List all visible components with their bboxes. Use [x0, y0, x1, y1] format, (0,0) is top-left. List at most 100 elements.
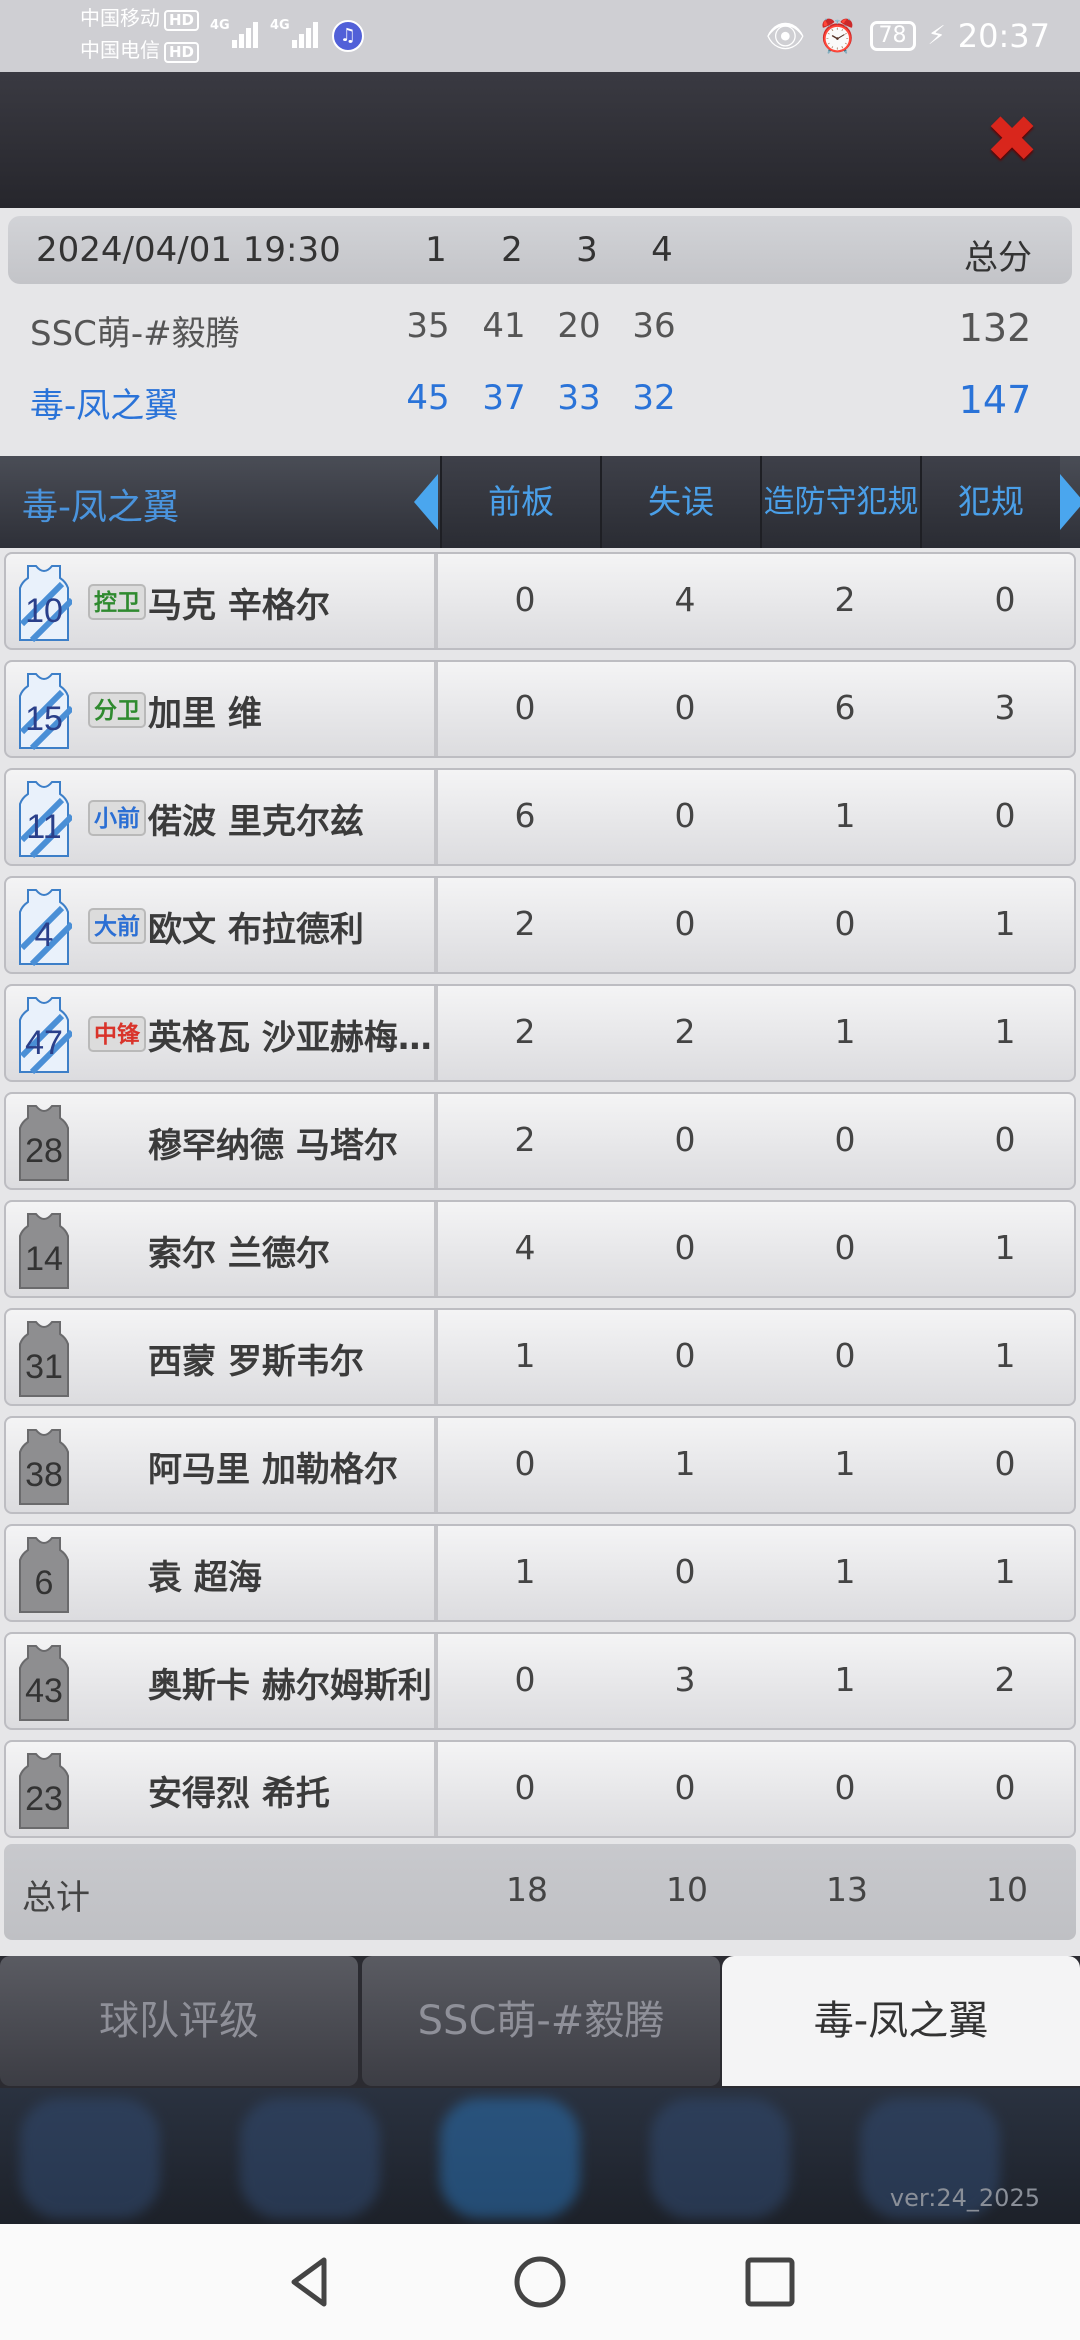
stat-value: 2 — [674, 1012, 696, 1051]
team-name: SSC萌-#毅腾 — [30, 314, 240, 354]
player-name: 西蒙 罗斯韦尔 — [148, 1342, 364, 1382]
total-value: 13 — [826, 1870, 868, 1909]
player-row[interactable]: 31 西蒙 罗斯韦尔 1 0 0 1 — [4, 1308, 1076, 1406]
stat-value: 2 — [514, 904, 536, 943]
player-name: 加里 维 — [148, 694, 262, 734]
stat-value: 0 — [834, 1120, 856, 1159]
stat-value: 1 — [994, 1012, 1016, 1051]
stat-value: 1 — [834, 1444, 856, 1483]
player-row[interactable]: 47 中锋 英格瓦 沙亚赫梅… 2 2 1 1 — [4, 984, 1076, 1082]
column-header: 造防守犯规 — [760, 456, 920, 548]
stat-value: 0 — [514, 1444, 536, 1483]
carrier-2: 中国电信 HD — [80, 38, 200, 63]
player-name: 阿马里 加勒格尔 — [148, 1450, 398, 1490]
music-app-icon: ♫ — [332, 20, 364, 52]
quarter-score: 37 — [482, 378, 526, 418]
quarter-score: 20 — [557, 306, 601, 346]
signal-icon — [292, 20, 322, 48]
status-bar: 中国移动 HD 中国电信 HD 4G 4G ♫ 👁 ⏰ 78 ⚡ 20:37 — [0, 0, 1080, 72]
scroll-left-arrow-icon[interactable] — [414, 474, 438, 530]
player-row[interactable]: 38 阿马里 加勒格尔 0 1 1 0 — [4, 1416, 1076, 1514]
column-divider — [434, 1742, 438, 1836]
stat-value: 1 — [994, 1228, 1016, 1267]
system-nav-bar — [0, 2224, 1080, 2340]
player-row[interactable]: 10 控卫 马克 辛格尔 0 4 2 0 — [4, 552, 1076, 650]
column-divider — [434, 1310, 438, 1404]
player-row[interactable]: 28 穆罕纳德 马塔尔 2 0 0 0 — [4, 1092, 1076, 1190]
player-row[interactable]: 23 安得烈 希托 0 0 0 0 — [4, 1740, 1076, 1838]
stat-value: 1 — [674, 1444, 696, 1483]
stat-value: 0 — [994, 1444, 1016, 1483]
column-divider — [434, 554, 438, 648]
stat-value: 1 — [834, 1012, 856, 1051]
stat-value: 4 — [514, 1228, 536, 1267]
quarter-score: 36 — [632, 306, 676, 346]
recents-icon[interactable] — [740, 2252, 800, 2312]
stat-value: 0 — [674, 904, 696, 943]
stat-value: 1 — [834, 1552, 856, 1591]
stat-value: 6 — [514, 796, 536, 835]
stat-value: 4 — [674, 580, 696, 619]
player-row[interactable]: 4 大前 欧文 布拉德利 2 0 0 1 — [4, 876, 1076, 974]
stat-value: 1 — [514, 1552, 536, 1591]
jersey-number: 43 — [25, 1672, 63, 1710]
player-row[interactable]: 43 奥斯卡 赫尔姆斯利 0 3 1 2 — [4, 1632, 1076, 1730]
tab-team-rating[interactable]: 球队评级 — [0, 1956, 358, 2086]
stat-value: 6 — [834, 688, 856, 727]
score-header: 2024/04/01 19:30 1 2 3 4 总分 — [8, 216, 1072, 284]
scroll-right-arrow-icon[interactable] — [1060, 474, 1080, 530]
position-badge: 大前 — [88, 908, 146, 944]
column-divider — [434, 662, 438, 756]
column-divider — [434, 1202, 438, 1296]
stat-value: 0 — [674, 1768, 696, 1807]
stat-value: 1 — [834, 796, 856, 835]
home-icon[interactable] — [510, 2252, 570, 2312]
jersey-icon: 4 — [16, 888, 75, 967]
stat-value: 0 — [834, 1228, 856, 1267]
total-value: 18 — [506, 1870, 548, 1909]
clock: 20:37 — [957, 17, 1050, 55]
quarter-score: 45 — [406, 378, 450, 418]
quarter-score: 41 — [482, 306, 526, 346]
jersey-number: 14 — [25, 1240, 63, 1278]
charging-icon: ⚡ — [927, 21, 946, 51]
column-header: 前板 — [440, 456, 600, 548]
jersey-number: 15 — [25, 700, 63, 738]
player-row[interactable]: 14 索尔 兰德尔 4 0 0 1 — [4, 1200, 1076, 1298]
player-name: 袁 超海 — [148, 1558, 262, 1598]
jersey-icon: 10 — [16, 564, 75, 643]
carrier-1: 中国移动 HD — [80, 6, 200, 31]
close-button[interactable]: ✖ — [982, 108, 1042, 172]
player-row[interactable]: 11 小前 偌波 里克尔兹 6 0 1 0 — [4, 768, 1076, 866]
jersey-icon: 38 — [16, 1428, 72, 1506]
player-name: 马克 辛格尔 — [148, 586, 330, 626]
stat-value: 0 — [514, 1660, 536, 1699]
stat-value: 0 — [994, 1768, 1016, 1807]
stat-value: 2 — [514, 1120, 536, 1159]
stat-value: 0 — [674, 1228, 696, 1267]
player-name: 穆罕纳德 马塔尔 — [148, 1126, 398, 1166]
team-score-row: 毒-凤之翼 45 37 33 32 147 — [0, 378, 1080, 438]
jersey-number: 6 — [34, 1564, 54, 1602]
tab-own-team[interactable]: 毒-凤之翼 — [722, 1956, 1080, 2086]
team-total-score: 147 — [958, 378, 1032, 422]
stat-value: 3 — [994, 688, 1016, 727]
bottom-tabs: 球队评级 SSC萌-#毅腾 毒-凤之翼 — [0, 1956, 1080, 2088]
jersey-number: 11 — [26, 808, 62, 846]
player-row[interactable]: 15 分卫 加里 维 0 0 6 3 — [4, 660, 1076, 758]
position-badge: 小前 — [88, 800, 146, 836]
tab-opponent-team[interactable]: SSC萌-#毅腾 — [362, 1956, 720, 2086]
jersey-number: 10 — [25, 592, 63, 630]
jersey-icon: 6 — [16, 1536, 72, 1614]
quarter-score: 35 — [406, 306, 450, 346]
background-menu-blur: ver:24_2025 — [0, 2088, 1080, 2224]
jersey-number: 47 — [25, 1024, 63, 1062]
jersey-icon: 31 — [16, 1320, 72, 1398]
player-row[interactable]: 6 袁 超海 1 0 1 1 — [4, 1524, 1076, 1622]
battery-level: 78 — [869, 21, 916, 51]
back-icon[interactable] — [280, 2252, 340, 2312]
player-name: 英格瓦 沙亚赫梅… — [148, 1018, 432, 1058]
jersey-number: 28 — [25, 1132, 63, 1170]
stat-value: 0 — [674, 796, 696, 835]
position-badge: 分卫 — [88, 692, 146, 728]
